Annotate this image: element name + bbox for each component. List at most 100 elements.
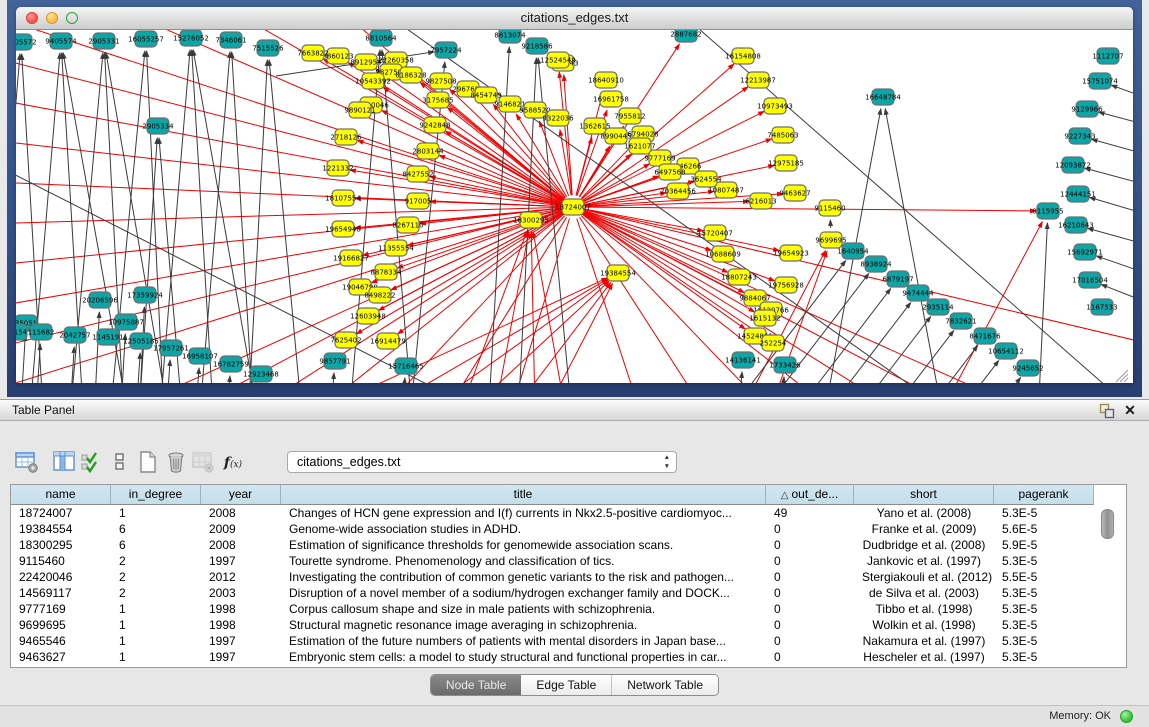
column-header-year[interactable]: year bbox=[201, 485, 281, 505]
column-header-out_de[interactable]: △out_de... bbox=[766, 485, 854, 505]
node-table: namein_degreeyeartitle△out_de...shortpag… bbox=[10, 484, 1127, 668]
memory-status-label: Memory: OK bbox=[1049, 710, 1111, 722]
row-selection-button[interactable] bbox=[77, 449, 107, 477]
graph-node-label: 19384554 bbox=[600, 270, 636, 278]
graph-node-label: 9405574 bbox=[45, 38, 77, 46]
table-cell: Tourette syndrome. Phenomenology and cla… bbox=[281, 553, 766, 569]
graph-edge bbox=[560, 130, 571, 195]
select-columns-button[interactable] bbox=[49, 449, 79, 477]
graph-node-label: 8878334 bbox=[370, 269, 402, 277]
table-row[interactable]: 911546021997Tourette syndrome. Phenomeno… bbox=[11, 553, 1126, 569]
graph-node-label: 10807487 bbox=[708, 187, 744, 195]
graph-node-label: 20206596 bbox=[82, 297, 118, 305]
table-cell: 5.5E-5 bbox=[994, 569, 1094, 585]
graph-node-label: 10654112 bbox=[988, 348, 1024, 356]
application-window: citations_edges.txt 54055729405574290533… bbox=[0, 0, 1149, 727]
table-row[interactable]: 946554611997Estimation of the future num… bbox=[11, 633, 1126, 649]
table-selector-combobox[interactable]: citations_edges.txt ▲▼ bbox=[287, 451, 677, 473]
table-settings-button[interactable] bbox=[12, 449, 42, 477]
graph-edge bbox=[398, 214, 564, 334]
graph-node-label: 8810564 bbox=[365, 35, 397, 43]
graph-node-label: 19654948 bbox=[325, 226, 361, 234]
table-cell: Genome-wide association studies in ADHD. bbox=[281, 521, 766, 537]
graph-node-label: 8471676 bbox=[969, 333, 1001, 341]
graph-node-label: 15692971 bbox=[1067, 249, 1103, 257]
rows-view-button[interactable] bbox=[104, 449, 134, 477]
graph-node-label: 8813074 bbox=[494, 32, 526, 40]
graph-edge bbox=[531, 232, 536, 383]
table-row[interactable]: 946362711997Embryonic stem cells: a mode… bbox=[11, 649, 1126, 665]
tab-network-table[interactable]: Network Table bbox=[611, 675, 718, 695]
graph-node-label: 10975887 bbox=[108, 319, 144, 327]
table-cell: Stergiakouli et al. (2012) bbox=[854, 569, 994, 585]
table-cell: 22420046 bbox=[11, 569, 111, 585]
graph-node-label: 7346061 bbox=[215, 37, 246, 45]
table-cell: 6 bbox=[111, 537, 201, 553]
graph-node-label: 18640910 bbox=[588, 77, 624, 85]
table-vertical-scrollbar[interactable] bbox=[1101, 509, 1114, 539]
graph-edge bbox=[327, 373, 334, 383]
graph-node-label: 7625402 bbox=[330, 337, 361, 345]
function-builder-button[interactable]: f(x) bbox=[218, 449, 248, 477]
table-cell: 1997 bbox=[201, 633, 281, 649]
table-cell: 2 bbox=[111, 553, 201, 569]
table-cell: 1998 bbox=[201, 617, 281, 633]
close-panel-icon[interactable]: ✕ bbox=[1121, 401, 1139, 419]
graph-node-label: 12923468 bbox=[243, 371, 279, 379]
resize-grip-icon[interactable] bbox=[1120, 374, 1128, 382]
graph-node-label: 3624554 bbox=[690, 176, 722, 184]
table-cell: 2008 bbox=[201, 505, 281, 521]
table-cell: 6 bbox=[111, 521, 201, 537]
graph-edge bbox=[885, 109, 951, 383]
table-row[interactable]: 969969511998Structural magnetic resonanc… bbox=[11, 617, 1126, 633]
network-view-window: citations_edges.txt 54055729405574290533… bbox=[16, 7, 1133, 383]
column-header-in_degree[interactable]: in_degree bbox=[111, 485, 201, 505]
graph-node-label: 17016504 bbox=[1072, 277, 1108, 285]
float-panel-icon[interactable] bbox=[1099, 403, 1115, 419]
table-row[interactable]: 2242004622012Investigating the contribut… bbox=[11, 569, 1126, 585]
table-row[interactable]: 1456911722003Disruption of a novel membe… bbox=[11, 585, 1126, 601]
graph-node-label: 9699695 bbox=[815, 237, 846, 245]
table-row[interactable]: 1830029562008Estimation of significance … bbox=[11, 537, 1126, 553]
new-column-button[interactable] bbox=[133, 449, 163, 477]
table-header-row: namein_degreeyeartitle△out_de...shortpag… bbox=[11, 485, 1126, 505]
column-header-pagerank[interactable]: pagerank bbox=[994, 485, 1094, 505]
graph-node-label: 10688609 bbox=[705, 251, 741, 259]
tab-node-table[interactable]: Node Table bbox=[431, 675, 522, 695]
graph-node-label: 6879197 bbox=[882, 276, 913, 284]
graph-node-label: 917005 bbox=[405, 198, 432, 206]
network-canvas[interactable]: 5405572940557429053311605525715276052734… bbox=[16, 30, 1133, 383]
graph-node-label: 8498222 bbox=[364, 292, 395, 300]
graph-node-label: 20364456 bbox=[660, 188, 696, 196]
import-table-button bbox=[188, 449, 218, 477]
table-row[interactable]: 1872400712008Changes of HCN gene express… bbox=[11, 505, 1126, 521]
graph-node-label: 2718126 bbox=[330, 134, 362, 142]
graph-node-label: 9322036 bbox=[542, 115, 574, 123]
table-cell: 1 bbox=[111, 601, 201, 617]
tab-edge-table[interactable]: Edge Table bbox=[521, 675, 611, 695]
graph-node-label: 9463627 bbox=[779, 190, 810, 198]
column-header-name[interactable]: name bbox=[11, 485, 111, 505]
resize-grip-icon[interactable] bbox=[1124, 378, 1128, 382]
status-bar: Memory: OK bbox=[0, 705, 1149, 727]
delete-column-button[interactable] bbox=[161, 449, 191, 477]
graph-node-label: 2803144 bbox=[412, 148, 444, 156]
table-cell: 2009 bbox=[201, 521, 281, 537]
window-titlebar[interactable]: citations_edges.txt bbox=[16, 7, 1133, 30]
table-cell: 0 bbox=[766, 569, 854, 585]
graph-node-label: 16154808 bbox=[725, 53, 761, 61]
column-header-title[interactable]: title bbox=[281, 485, 766, 505]
table-row[interactable]: 1938455462009Genome-wide association stu… bbox=[11, 521, 1126, 537]
table-cell: 1998 bbox=[201, 601, 281, 617]
graph-node-label: 8115955 bbox=[1032, 208, 1063, 216]
graph-edge bbox=[585, 207, 1036, 211]
table-cell: Disruption of a novel member of a sodium… bbox=[281, 585, 766, 601]
table-cell: de Silva et al. (2003) bbox=[854, 585, 994, 601]
graph-edge bbox=[16, 45, 561, 204]
graph-node-label: 9890121 bbox=[344, 107, 375, 115]
table-cell: 0 bbox=[766, 553, 854, 569]
column-header-short[interactable]: short bbox=[854, 485, 994, 505]
graph-edge bbox=[133, 353, 140, 383]
graph-node-label: 39154 bbox=[16, 329, 28, 337]
table-row[interactable]: 977716911998Corpus callosum shape and si… bbox=[11, 601, 1126, 617]
